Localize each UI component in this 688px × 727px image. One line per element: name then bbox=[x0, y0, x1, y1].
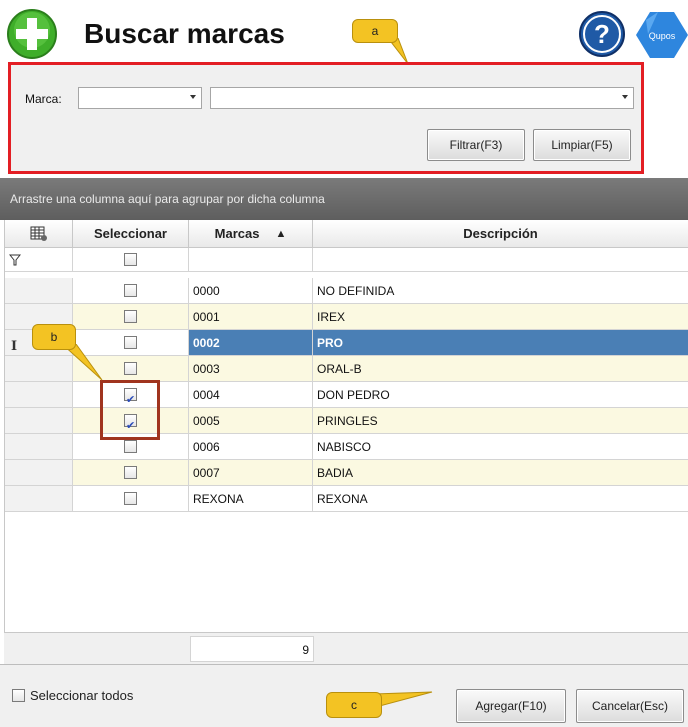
callout-b-pointer bbox=[62, 344, 103, 381]
callout-c-label: c bbox=[351, 698, 357, 712]
qupos-logo: Qupos bbox=[636, 12, 688, 58]
row-code[interactable]: 0003 bbox=[189, 356, 313, 382]
add-button[interactable]: Agregar(F10) bbox=[456, 689, 566, 723]
row-indicator[interactable] bbox=[5, 408, 73, 434]
row-description[interactable]: BADIA bbox=[313, 460, 688, 486]
callout-b-label: b bbox=[50, 330, 58, 344]
chevron-down-icon[interactable] bbox=[622, 95, 628, 99]
row-description[interactable]: REXONA bbox=[313, 486, 688, 512]
callout-b: b bbox=[32, 324, 76, 350]
row-description[interactable]: ORAL-B bbox=[313, 356, 688, 382]
sort-ascending-icon: ▲ bbox=[275, 227, 287, 240]
row-indicator[interactable] bbox=[5, 460, 73, 486]
row-code[interactable]: 0004 bbox=[189, 382, 313, 408]
svg-text:?: ? bbox=[594, 19, 610, 49]
row-select-cell[interactable] bbox=[73, 278, 189, 304]
row-indicator[interactable] bbox=[5, 486, 73, 512]
column-header-marcas-label: Marcas bbox=[214, 226, 260, 241]
row-code[interactable]: 0007 bbox=[189, 460, 313, 486]
text-cursor-icon: I bbox=[11, 339, 18, 354]
marca-label: Marca: bbox=[25, 92, 62, 106]
row-checkbox[interactable] bbox=[124, 310, 137, 323]
row-checkbox[interactable] bbox=[124, 492, 137, 505]
column-header-descripcion[interactable]: Descripción bbox=[313, 220, 688, 248]
row-indicator[interactable] bbox=[5, 434, 73, 460]
row-description[interactable]: IREX bbox=[313, 304, 688, 330]
clear-button[interactable]: Limpiar(F5) bbox=[533, 129, 631, 161]
row-checkbox[interactable] bbox=[124, 336, 137, 349]
group-by-hint: Arrastre una columna aquí para agrupar p… bbox=[10, 192, 325, 206]
cancel-button[interactable]: Cancelar(Esc) bbox=[576, 689, 684, 723]
callout-a-label: a bbox=[371, 24, 379, 38]
row-count: 9 bbox=[190, 636, 314, 662]
row-description[interactable]: PRINGLES bbox=[313, 408, 688, 434]
row-checkbox[interactable] bbox=[124, 284, 137, 297]
row-select-cell[interactable] bbox=[73, 304, 189, 330]
table-row[interactable]: I 0002 PRO bbox=[5, 330, 688, 356]
callout-c: c bbox=[326, 692, 382, 718]
filter-checkbox[interactable] bbox=[124, 253, 137, 266]
select-all-checkbox[interactable] bbox=[12, 689, 25, 702]
brands-grid: Seleccionar Marcas ▲ Descripción 0000 NO… bbox=[4, 220, 688, 664]
row-description[interactable]: NABISCO bbox=[313, 434, 688, 460]
filter-button[interactable]: Filtrar(F3) bbox=[427, 129, 525, 161]
filter-row-indicator bbox=[5, 248, 73, 272]
column-header-marcas[interactable]: Marcas ▲ bbox=[189, 220, 313, 248]
table-settings-icon[interactable] bbox=[30, 226, 48, 242]
row-code[interactable]: 0001 bbox=[189, 304, 313, 330]
row-select-cell[interactable] bbox=[73, 460, 189, 486]
grid-summary-row: 9 bbox=[4, 632, 688, 664]
row-checkbox[interactable] bbox=[124, 362, 137, 375]
question-circle-icon[interactable]: ? bbox=[578, 10, 626, 58]
row-indicator[interactable] bbox=[5, 278, 73, 304]
row-description[interactable]: NO DEFINIDA bbox=[313, 278, 688, 304]
filter-row-marcas[interactable] bbox=[189, 248, 313, 272]
filter-panel: Marca: Filtrar(F3) Limpiar(F5) bbox=[8, 62, 644, 174]
window-header: Buscar marcas ? Qupos bbox=[0, 0, 688, 66]
table-row[interactable]: 0000 NO DEFINIDA bbox=[5, 278, 688, 304]
row-code[interactable]: 0005 bbox=[189, 408, 313, 434]
column-chooser-header[interactable] bbox=[5, 220, 73, 248]
callout-a: a bbox=[352, 19, 398, 43]
filter-row-descripcion[interactable] bbox=[313, 248, 688, 272]
filter-row-seleccionar[interactable] bbox=[73, 248, 189, 272]
filter-icon[interactable] bbox=[9, 254, 21, 266]
marca-description-combo[interactable] bbox=[210, 87, 634, 109]
column-header-seleccionar[interactable]: Seleccionar bbox=[73, 220, 189, 248]
table-row[interactable]: 0007 BADIA bbox=[5, 460, 688, 486]
row-checkbox[interactable] bbox=[124, 440, 137, 453]
table-row[interactable]: 0001 IREX bbox=[5, 304, 688, 330]
row-code[interactable]: REXONA bbox=[189, 486, 313, 512]
select-all-label[interactable]: Seleccionar todos bbox=[30, 688, 133, 703]
row-description[interactable]: DON PEDRO bbox=[313, 382, 688, 408]
group-by-panel[interactable]: Arrastre una columna aquí para agrupar p… bbox=[0, 178, 688, 220]
row-checkbox[interactable] bbox=[124, 466, 137, 479]
page-title: Buscar marcas bbox=[84, 18, 285, 49]
annotation-b-highlight bbox=[100, 380, 160, 440]
row-code[interactable]: 0000 bbox=[189, 278, 313, 304]
table-row[interactable]: 0003 ORAL-B bbox=[5, 356, 688, 382]
row-code[interactable]: 0002 bbox=[189, 330, 313, 356]
plus-circle-icon[interactable] bbox=[6, 8, 58, 60]
marca-code-combo[interactable] bbox=[78, 87, 202, 109]
table-row[interactable]: REXONA REXONA bbox=[5, 486, 688, 512]
logo-text: Qupos bbox=[649, 31, 676, 41]
row-indicator[interactable] bbox=[5, 382, 73, 408]
chevron-down-icon[interactable] bbox=[190, 95, 196, 99]
row-code[interactable]: 0006 bbox=[189, 434, 313, 460]
row-select-cell[interactable] bbox=[73, 486, 189, 512]
row-description[interactable]: PRO bbox=[313, 330, 688, 356]
